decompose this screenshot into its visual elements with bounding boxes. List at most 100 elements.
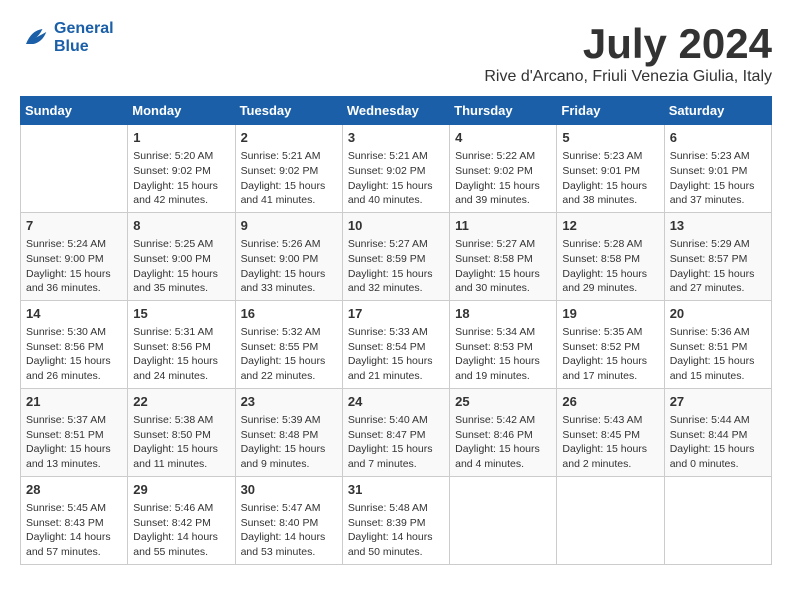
header-cell-wednesday: Wednesday xyxy=(342,97,449,125)
day-cell: 19 Sunrise: 5:35 AM Sunset: 8:52 PM Dayli… xyxy=(557,300,664,388)
day-info: Sunrise: 5:35 AM Sunset: 8:52 PM Dayligh… xyxy=(562,325,658,384)
header-cell-saturday: Saturday xyxy=(664,97,771,125)
calendar-title: July 2024 xyxy=(484,20,772,68)
day-number: 24 xyxy=(348,393,444,411)
header: General Blue July 2024 Rive d'Arcano, Fr… xyxy=(20,20,772,86)
day-info: Sunrise: 5:42 AM Sunset: 8:46 PM Dayligh… xyxy=(455,413,551,472)
day-number: 27 xyxy=(670,393,766,411)
day-info: Sunrise: 5:46 AM Sunset: 8:42 PM Dayligh… xyxy=(133,501,229,560)
week-row-2: 7Sunrise: 5:24 AM Sunset: 9:00 PM Daylig… xyxy=(21,212,772,300)
day-number: 29 xyxy=(133,481,229,499)
logo: General Blue xyxy=(20,20,114,55)
day-number: 11 xyxy=(455,217,551,235)
day-info: Sunrise: 5:23 AM Sunset: 9:01 PM Dayligh… xyxy=(670,149,766,208)
week-row-4: 21 Sunrise: 5:37 AM Sunset: 8:51 PM Dayli… xyxy=(21,388,772,476)
day-cell: 23 Sunrise: 5:39 AM Sunset: 8:48 PM Dayli… xyxy=(235,388,342,476)
day-cell: 24 Sunrise: 5:40 AM Sunset: 8:47 PM Dayli… xyxy=(342,388,449,476)
day-number: 13 xyxy=(670,217,766,235)
header-cell-monday: Monday xyxy=(128,97,235,125)
day-number: 22 xyxy=(133,393,229,411)
day-info: Sunrise: 5:28 AM Sunset: 8:58 PM Dayligh… xyxy=(562,237,658,296)
calendar-subtitle: Rive d'Arcano, Friuli Venezia Giulia, It… xyxy=(484,68,772,86)
calendar-table: SundayMondayTuesdayWednesdayThursdayFrid… xyxy=(20,96,772,565)
day-number: 1 xyxy=(133,129,229,147)
day-cell: 3Sunrise: 5:21 AM Sunset: 9:02 PM Daylig… xyxy=(342,125,449,213)
day-number: 2 xyxy=(241,129,337,147)
day-cell: 1Sunrise: 5:20 AM Sunset: 9:02 PM Daylig… xyxy=(128,125,235,213)
day-number: 8 xyxy=(133,217,229,235)
day-info: Sunrise: 5:29 AM Sunset: 8:57 PM Dayligh… xyxy=(670,237,766,296)
day-cell: 2 Sunrise: 5:21 AM Sunset: 9:02 PM Daylig… xyxy=(235,125,342,213)
day-number: 30 xyxy=(241,481,337,499)
day-number: 26 xyxy=(562,393,658,411)
day-number: 18 xyxy=(455,305,551,323)
day-cell: 7Sunrise: 5:24 AM Sunset: 9:00 PM Daylig… xyxy=(21,212,128,300)
day-info: Sunrise: 5:27 AM Sunset: 8:58 PM Dayligh… xyxy=(455,237,551,296)
day-info: Sunrise: 5:24 AM Sunset: 9:00 PM Dayligh… xyxy=(26,237,122,296)
day-cell: 13 Sunrise: 5:29 AM Sunset: 8:57 PM Dayli… xyxy=(664,212,771,300)
day-info: Sunrise: 5:23 AM Sunset: 9:01 PM Dayligh… xyxy=(562,149,658,208)
day-number: 21 xyxy=(26,393,122,411)
header-cell-tuesday: Tuesday xyxy=(235,97,342,125)
day-number: 10 xyxy=(348,217,444,235)
day-info: Sunrise: 5:25 AM Sunset: 9:00 PM Dayligh… xyxy=(133,237,229,296)
day-info: Sunrise: 5:30 AM Sunset: 8:56 PM Dayligh… xyxy=(26,325,122,384)
day-number: 16 xyxy=(241,305,337,323)
logo-text: General Blue xyxy=(54,20,114,55)
week-row-5: 28Sunrise: 5:45 AM Sunset: 8:43 PM Dayli… xyxy=(21,476,772,564)
day-info: Sunrise: 5:37 AM Sunset: 8:51 PM Dayligh… xyxy=(26,413,122,472)
logo-icon xyxy=(20,23,50,53)
day-info: Sunrise: 5:21 AM Sunset: 9:02 PM Dayligh… xyxy=(241,149,337,208)
day-cell: 26 Sunrise: 5:43 AM Sunset: 8:45 PM Dayli… xyxy=(557,388,664,476)
day-info: Sunrise: 5:36 AM Sunset: 8:51 PM Dayligh… xyxy=(670,325,766,384)
day-number: 14 xyxy=(26,305,122,323)
day-cell: 21 Sunrise: 5:37 AM Sunset: 8:51 PM Dayli… xyxy=(21,388,128,476)
header-cell-friday: Friday xyxy=(557,97,664,125)
day-info: Sunrise: 5:26 AM Sunset: 9:00 PM Dayligh… xyxy=(241,237,337,296)
day-info: Sunrise: 5:44 AM Sunset: 8:44 PM Dayligh… xyxy=(670,413,766,472)
day-info: Sunrise: 5:39 AM Sunset: 8:48 PM Dayligh… xyxy=(241,413,337,472)
day-number: 17 xyxy=(348,305,444,323)
day-cell: 27 Sunrise: 5:44 AM Sunset: 8:44 PM Dayli… xyxy=(664,388,771,476)
day-info: Sunrise: 5:34 AM Sunset: 8:53 PM Dayligh… xyxy=(455,325,551,384)
header-cell-thursday: Thursday xyxy=(450,97,557,125)
day-info: Sunrise: 5:43 AM Sunset: 8:45 PM Dayligh… xyxy=(562,413,658,472)
day-info: Sunrise: 5:47 AM Sunset: 8:40 PM Dayligh… xyxy=(241,501,337,560)
day-number: 6 xyxy=(670,129,766,147)
day-info: Sunrise: 5:48 AM Sunset: 8:39 PM Dayligh… xyxy=(348,501,444,560)
day-number: 19 xyxy=(562,305,658,323)
day-cell: 12 Sunrise: 5:28 AM Sunset: 8:58 PM Dayli… xyxy=(557,212,664,300)
day-number: 9 xyxy=(241,217,337,235)
day-cell xyxy=(450,476,557,564)
day-info: Sunrise: 5:27 AM Sunset: 8:59 PM Dayligh… xyxy=(348,237,444,296)
day-number: 5 xyxy=(562,129,658,147)
day-info: Sunrise: 5:32 AM Sunset: 8:55 PM Dayligh… xyxy=(241,325,337,384)
title-block: July 2024 Rive d'Arcano, Friuli Venezia … xyxy=(484,20,772,86)
day-cell: 16 Sunrise: 5:32 AM Sunset: 8:55 PM Dayli… xyxy=(235,300,342,388)
day-cell: 18 Sunrise: 5:34 AM Sunset: 8:53 PM Dayli… xyxy=(450,300,557,388)
day-cell: 8 Sunrise: 5:25 AM Sunset: 9:00 PM Daylig… xyxy=(128,212,235,300)
day-info: Sunrise: 5:31 AM Sunset: 8:56 PM Dayligh… xyxy=(133,325,229,384)
day-cell: 15Sunrise: 5:31 AM Sunset: 8:56 PM Dayli… xyxy=(128,300,235,388)
week-row-3: 14 Sunrise: 5:30 AM Sunset: 8:56 PM Dayli… xyxy=(21,300,772,388)
day-info: Sunrise: 5:40 AM Sunset: 8:47 PM Dayligh… xyxy=(348,413,444,472)
day-info: Sunrise: 5:21 AM Sunset: 9:02 PM Dayligh… xyxy=(348,149,444,208)
day-cell: 9 Sunrise: 5:26 AM Sunset: 9:00 PM Daylig… xyxy=(235,212,342,300)
day-number: 25 xyxy=(455,393,551,411)
day-number: 28 xyxy=(26,481,122,499)
day-cell: 5 Sunrise: 5:23 AM Sunset: 9:01 PM Daylig… xyxy=(557,125,664,213)
day-cell xyxy=(21,125,128,213)
day-info: Sunrise: 5:33 AM Sunset: 8:54 PM Dayligh… xyxy=(348,325,444,384)
day-number: 23 xyxy=(241,393,337,411)
week-row-1: 1Sunrise: 5:20 AM Sunset: 9:02 PM Daylig… xyxy=(21,125,772,213)
day-number: 12 xyxy=(562,217,658,235)
day-cell: 28Sunrise: 5:45 AM Sunset: 8:43 PM Dayli… xyxy=(21,476,128,564)
day-number: 20 xyxy=(670,305,766,323)
day-number: 4 xyxy=(455,129,551,147)
day-cell: 20 Sunrise: 5:36 AM Sunset: 8:51 PM Dayli… xyxy=(664,300,771,388)
day-cell: 25 Sunrise: 5:42 AM Sunset: 8:46 PM Dayli… xyxy=(450,388,557,476)
day-cell: 10 Sunrise: 5:27 AM Sunset: 8:59 PM Dayli… xyxy=(342,212,449,300)
day-cell: 30 Sunrise: 5:47 AM Sunset: 8:40 PM Dayli… xyxy=(235,476,342,564)
header-cell-sunday: Sunday xyxy=(21,97,128,125)
day-cell: 22Sunrise: 5:38 AM Sunset: 8:50 PM Dayli… xyxy=(128,388,235,476)
